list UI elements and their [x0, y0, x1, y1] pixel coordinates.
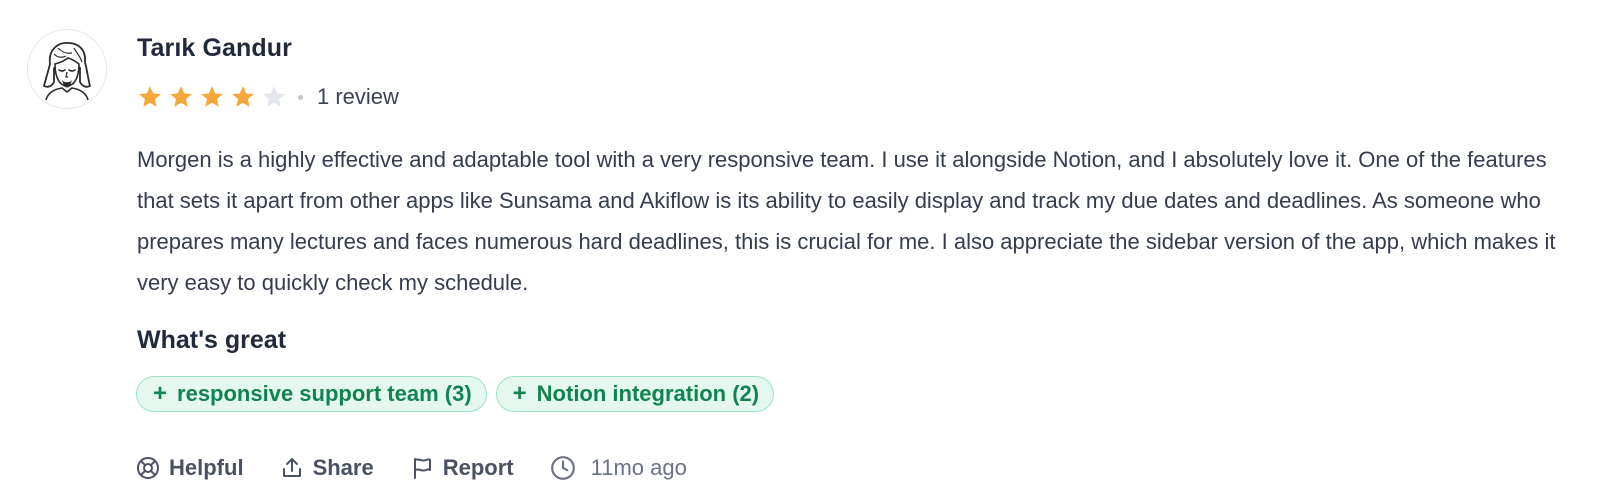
clock-icon — [550, 456, 575, 480]
flag-icon — [413, 458, 431, 479]
plus-icon: + — [512, 380, 527, 407]
helpful-button[interactable]: Helpful — [136, 455, 244, 481]
report-button[interactable]: Report — [410, 455, 514, 481]
author-avatar[interactable] — [27, 29, 107, 109]
whats-great-title: What's great — [137, 326, 287, 354]
star-filled-icon — [168, 84, 194, 110]
share-button[interactable]: Share — [280, 455, 374, 481]
share-label: Share — [312, 455, 374, 480]
separator-dot — [298, 94, 303, 100]
rating-row: 1 review — [137, 82, 399, 112]
star-filled-icon — [137, 84, 163, 110]
star-rating — [137, 84, 292, 110]
tag-label: Notion integration (2) — [536, 381, 760, 406]
review-text: Morgen is a highly effective and adaptab… — [137, 147, 1556, 295]
illustrated-face-avatar-icon — [43, 42, 91, 101]
star-empty-icon — [261, 84, 287, 110]
plus-icon: + — [153, 380, 168, 407]
star-filled-icon — [230, 84, 256, 110]
tag-notion-integration[interactable]: + Notion integration (2) — [495, 376, 775, 412]
helpful-label: Helpful — [169, 455, 244, 480]
review-timestamp: 11mo ago — [550, 455, 687, 481]
share-icon — [282, 458, 301, 477]
timestamp-label: 11mo ago — [590, 455, 687, 480]
review-count: 1 review — [317, 84, 399, 109]
whats-great-tags: + responsive support team (3) + Notion i… — [136, 376, 775, 412]
star-filled-icon — [199, 84, 225, 110]
report-label: Report — [442, 455, 514, 480]
author-name[interactable]: Tarık Gandur — [137, 34, 292, 63]
tag-label: responsive support team (3) — [177, 381, 472, 406]
review-actions: Helpful Share Report 11mo ago — [136, 450, 723, 486]
tag-responsive-support-team[interactable]: + responsive support team (3) — [136, 376, 487, 412]
lifebuoy-icon — [137, 457, 159, 479]
